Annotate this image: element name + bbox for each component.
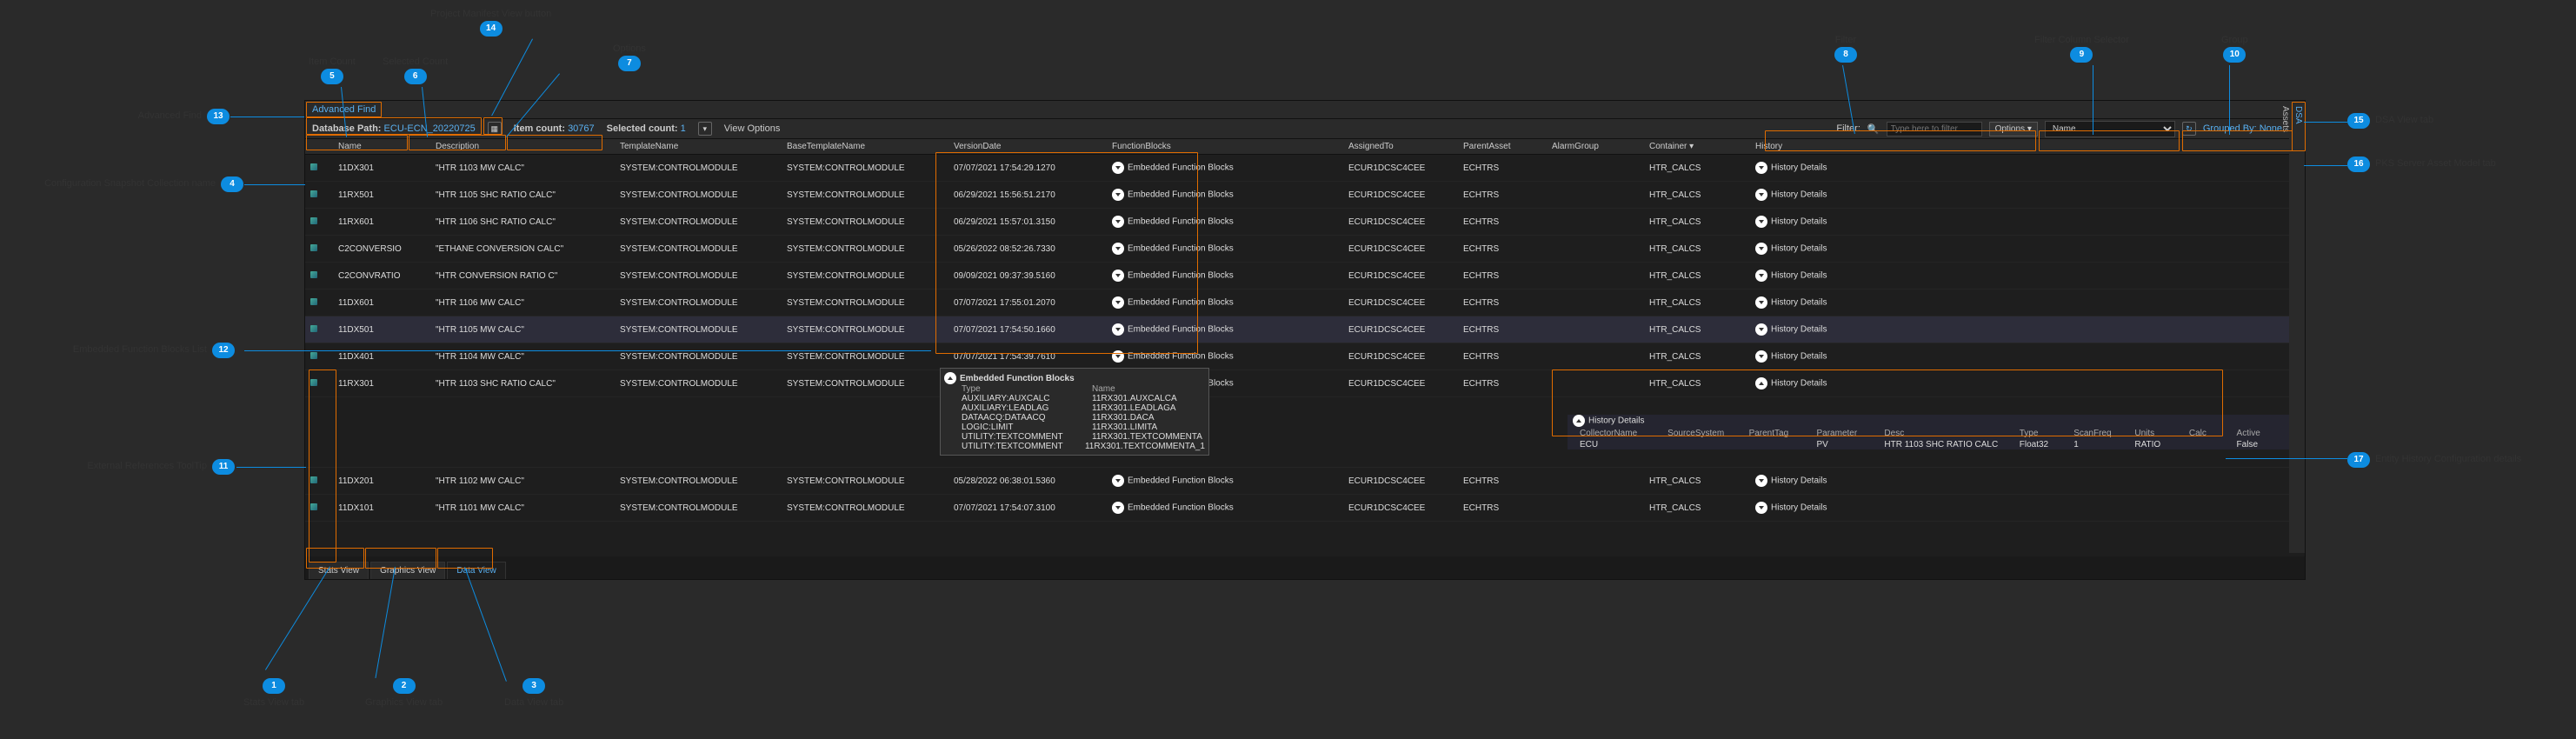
table-row[interactable]: 11RX501"HTR 1105 SHC RATIO CALC"SYSTEM:C… [305,182,2289,209]
chevron-down-icon[interactable] [1755,216,1767,228]
chevron-down-icon[interactable] [1755,502,1767,514]
tab-dsa[interactable]: DSA [2292,101,2305,553]
options-toggle[interactable]: ▾ [698,122,712,136]
entity-icon [310,379,317,386]
chevron-down-icon[interactable] [1755,243,1767,255]
tab-data[interactable]: Data View [447,562,505,579]
manifest-view-button[interactable]: ▦ [488,122,502,136]
chevron-down-icon[interactable] [1112,243,1124,255]
tab-stats[interactable]: Stats View [309,562,369,579]
chevron-down-icon[interactable] [1112,216,1124,228]
chevron-down-icon[interactable] [1112,350,1124,363]
col-history[interactable]: History [1750,142,2289,151]
entity-icon [310,190,317,197]
col-functionblocks[interactable]: FunctionBlocks [1107,142,1343,151]
tab-graphics[interactable]: Graphics View [370,562,445,579]
entity-icon [310,476,317,483]
col-desc[interactable]: Description [430,142,615,151]
col-assigned[interactable]: AssignedTo [1343,142,1458,151]
selected-count-label: Selected count: [607,123,678,134]
entity-icon [310,503,317,510]
chevron-down-icon[interactable] [1112,162,1124,174]
app-window: Advanced Find Database Path: ECU-ECN_202… [304,100,2306,580]
col-parentasset[interactable]: ParentAsset [1458,142,1547,151]
chevron-down-icon[interactable] [1755,270,1767,282]
entity-icon [310,325,317,332]
chevron-down-icon [1573,415,1585,427]
table-row[interactable]: 11DX601"HTR 1106 MW CALC"SYSTEM:CONTROLM… [305,290,2289,316]
col-template[interactable]: TemplateName [615,142,782,151]
item-count-label: Item count: [514,123,565,134]
chevron-down-icon[interactable] [1112,502,1124,514]
db-path-value: ECU-ECN_20220725 [384,123,476,134]
entity-icon [310,298,317,305]
chevron-down-icon[interactable] [1755,189,1767,201]
group-refresh-icon[interactable]: ↻ [2182,122,2196,136]
side-tabs: DSA Assets [2289,101,2305,553]
db-path-label: Database Path: [312,123,381,134]
main-pane: Advanced Find Database Path: ECU-ECN_202… [305,101,2289,553]
table-row[interactable]: 11DX501"HTR 1105 MW CALC"SYSTEM:CONTROLM… [305,316,2289,343]
advanced-find-link[interactable]: Advanced Find [312,104,376,115]
table-row[interactable]: 11DX301"HTR 1103 MW CALC"SYSTEM:CONTROLM… [305,155,2289,182]
chevron-down-icon[interactable] [1112,323,1124,336]
grid-body[interactable]: 11DX301"HTR 1103 MW CALC"SYSTEM:CONTROLM… [305,155,2289,553]
table-row[interactable]: C2CONVERSIO"ETHANE CONVERSION CALC"SYSTE… [305,236,2289,263]
col-alarmgroup[interactable]: AlarmGroup [1547,142,1644,151]
table-row[interactable]: 11DX201"HTR 1102 MW CALC"SYSTEM:CONTROLM… [305,468,2289,495]
filter-label: Filter: [1836,123,1860,134]
bottom-tabs: Stats View Graphics View Data View [305,556,2305,579]
chevron-down-icon[interactable] [1112,296,1124,309]
grid-header: Name Description TemplateName BaseTempla… [305,139,2289,155]
filter-bar: Filter: 🔍 Options ▾ Name ↻ Grouped By: N… [1836,119,2282,138]
entity-icon [310,217,317,224]
filter-column-select[interactable]: Name [2045,121,2175,137]
table-row[interactable]: 11RX601"HTR 1106 SHC RATIO CALC"SYSTEM:C… [305,209,2289,236]
chevron-down-icon[interactable] [1112,270,1124,282]
table-row[interactable]: 11RX301"HTR 1103 SHC RATIO CALC"SYSTEM:C… [305,370,2289,397]
history-details-panel: History DetailsCollectorNameSourceSystem… [1568,415,2289,449]
chevron-down-icon[interactable] [1755,350,1767,363]
chevron-down-icon[interactable] [1755,475,1767,487]
table-row[interactable]: 11DX101"HTR 1101 MW CALC"SYSTEM:CONTROLM… [305,495,2289,522]
col-versiondate[interactable]: VersionDate [949,142,1107,151]
table-row[interactable]: C2CONVRATIO"HTR CONVERSION RATIO C"SYSTE… [305,263,2289,290]
col-basetemplate[interactable]: BaseTemplateName [782,142,949,151]
entity-icon [310,271,317,278]
entity-icon [310,244,317,251]
chevron-down-icon[interactable] [1755,162,1767,174]
entity-icon [310,163,317,170]
entity-icon [310,352,317,359]
chevron-down-icon[interactable] [1755,296,1767,309]
search-icon: 🔍 [1867,123,1880,135]
chevron-down-icon [944,372,956,384]
group-by-label[interactable]: Grouped By: None [2203,123,2282,134]
chevron-down-icon[interactable] [1112,189,1124,201]
topbar: Advanced Find [305,101,2289,119]
tab-assets[interactable]: Assets [2279,101,2292,553]
function-blocks-tooltip: Embedded Function BlocksTypeNameAUXILIAR… [940,368,1209,456]
item-count-value: 30767 [568,123,595,134]
infobar: Database Path: ECU-ECN_20220725 ▦ Item c… [305,119,2289,139]
filter-options-button[interactable]: Options ▾ [1989,122,2038,136]
chevron-down-icon[interactable] [1755,323,1767,336]
col-name[interactable]: Name [333,142,430,151]
chevron-down-icon[interactable] [1112,475,1124,487]
table-row[interactable]: 11DX401"HTR 1104 MW CALC"SYSTEM:CONTROLM… [305,343,2289,370]
history-expansion: History DetailsCollectorNameSourceSystem… [305,397,2289,468]
selected-count-value: 1 [681,123,686,134]
filter-input[interactable] [1887,122,1982,136]
view-options-link[interactable]: View Options [724,123,781,134]
col-container[interactable]: Container ▾ [1644,142,1750,151]
chevron-down-icon[interactable] [1755,377,1767,389]
